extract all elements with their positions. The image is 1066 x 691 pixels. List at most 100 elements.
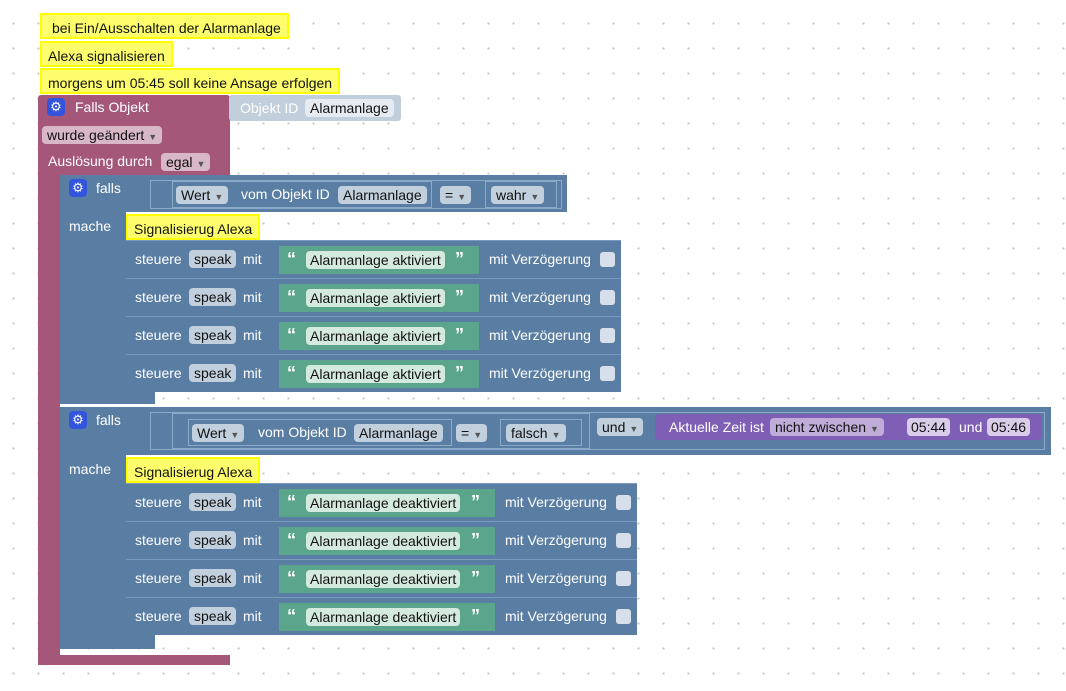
- control-row[interactable]: steuere speak mit “ Alarmanlage aktiviert ” mi…: [126, 316, 621, 354]
- trigger-block-bottom: [38, 655, 230, 665]
- device-field[interactable]: speak: [189, 250, 237, 268]
- open-quote-icon: “: [287, 530, 296, 550]
- control-row[interactable]: steuere speak mit “ Alarmanlage aktiviert ” mi…: [126, 354, 621, 392]
- time-compare-dropdown[interactable]: nicht zwischen ▼: [770, 418, 884, 436]
- control-row[interactable]: steuere speak mit “ Alarmanlage aktiviert ” mi…: [126, 278, 621, 316]
- delay-checkbox[interactable]: [616, 609, 631, 624]
- open-quote-icon: “: [287, 568, 296, 588]
- with-label: mit: [243, 532, 262, 548]
- open-quote-icon: “: [287, 606, 296, 626]
- string-block[interactable]: “ Alarmanlage aktiviert ”: [279, 360, 479, 388]
- trigger-label: Falls Objekt: [75, 99, 149, 115]
- string-value[interactable]: Alarmanlage aktiviert: [306, 327, 445, 345]
- string-value[interactable]: Alarmanlage deaktiviert: [306, 608, 461, 626]
- string-block[interactable]: “ Alarmanlage deaktiviert ”: [279, 527, 495, 555]
- close-quote-icon: ”: [455, 325, 464, 345]
- close-quote-icon: ”: [471, 530, 480, 550]
- with-label: mit: [243, 365, 262, 381]
- boolean-dropdown[interactable]: wahr ▼: [491, 186, 545, 204]
- close-quote-icon: ”: [471, 492, 480, 512]
- delay-checkbox[interactable]: [616, 533, 631, 548]
- gear-icon[interactable]: ⚙: [69, 179, 87, 197]
- do-label: mache: [69, 218, 112, 234]
- delay-label: mit Verzögerung: [489, 289, 591, 305]
- delay-checkbox[interactable]: [600, 366, 615, 381]
- string-block[interactable]: “ Alarmanlage deaktiviert ”: [279, 489, 495, 517]
- delay-checkbox[interactable]: [616, 495, 631, 510]
- delay-label: mit Verzögerung: [489, 365, 591, 381]
- comment-block-signal[interactable]: Signalisierug Alexa: [126, 214, 261, 240]
- device-field[interactable]: speak: [189, 531, 237, 549]
- time-from-field[interactable]: 05:44: [907, 418, 951, 436]
- close-quote-icon: ”: [471, 606, 480, 626]
- control-row[interactable]: steuere speak mit “ Alarmanlage deaktiviert ”…: [126, 597, 637, 635]
- delay-label: mit Verzögerung: [505, 532, 607, 548]
- close-quote-icon: ”: [455, 363, 464, 383]
- device-field[interactable]: speak: [189, 569, 237, 587]
- string-value[interactable]: Alarmanlage aktiviert: [306, 251, 445, 269]
- open-quote-icon: “: [287, 492, 296, 512]
- comment-block-3[interactable]: morgens um 05:45 soll keine Ansage erfol…: [40, 68, 341, 94]
- if-label: falls: [96, 180, 121, 196]
- control-row[interactable]: steuere speak mit “ Alarmanlage deaktiviert ”…: [126, 521, 637, 559]
- comment-block-signal[interactable]: Signalisierug Alexa: [126, 457, 261, 483]
- close-quote-icon: ”: [455, 287, 464, 307]
- delay-checkbox[interactable]: [600, 252, 615, 267]
- device-field[interactable]: speak: [189, 326, 237, 344]
- change-dropdown[interactable]: wurde geändert ▼: [42, 126, 163, 144]
- gear-icon[interactable]: ⚙: [69, 411, 87, 429]
- device-field[interactable]: speak: [189, 364, 237, 382]
- string-value[interactable]: Alarmanlage aktiviert: [306, 365, 445, 383]
- boolean-dropdown[interactable]: falsch ▼: [506, 424, 566, 442]
- device-field[interactable]: speak: [189, 493, 237, 511]
- gear-icon[interactable]: ⚙: [47, 98, 65, 116]
- logic-dropdown[interactable]: und ▼: [597, 418, 644, 436]
- device-field[interactable]: speak: [189, 288, 237, 306]
- string-block[interactable]: “ Alarmanlage aktiviert ”: [279, 246, 479, 274]
- operator-dropdown[interactable]: = ▼: [456, 424, 488, 442]
- control-row[interactable]: steuere speak mit “ Alarmanlage aktiviert ” mi…: [126, 240, 621, 278]
- string-block[interactable]: “ Alarmanlage aktiviert ”: [279, 322, 479, 350]
- object-value[interactable]: Alarmanlage: [338, 186, 427, 204]
- string-value[interactable]: Alarmanlage aktiviert: [306, 289, 445, 307]
- trigger-by-label: Auslösung durch: [48, 153, 153, 169]
- control-label: steuere: [135, 608, 182, 624]
- delay-checkbox[interactable]: [600, 328, 615, 343]
- object-id-value[interactable]: Alarmanlage: [305, 99, 394, 117]
- control-label: steuere: [135, 365, 182, 381]
- if-label: falls: [96, 412, 121, 428]
- time-label: Aktuelle Zeit ist: [669, 419, 764, 435]
- control-label: steuere: [135, 251, 182, 267]
- delay-label: mit Verzögerung: [489, 327, 591, 343]
- control-label: steuere: [135, 494, 182, 510]
- time-and-label: und: [959, 419, 983, 435]
- object-value[interactable]: Alarmanlage: [354, 424, 443, 442]
- comment-block-2[interactable]: Alexa signalisieren: [40, 41, 173, 67]
- control-row[interactable]: steuere speak mit “ Alarmanlage deaktiviert ”…: [126, 483, 637, 521]
- string-block[interactable]: “ Alarmanlage aktiviert ”: [279, 284, 479, 312]
- time-to-field[interactable]: 05:46: [987, 418, 1031, 436]
- string-value[interactable]: Alarmanlage deaktiviert: [306, 570, 461, 588]
- string-block[interactable]: “ Alarmanlage deaktiviert ”: [279, 565, 495, 593]
- control-row[interactable]: steuere speak mit “ Alarmanlage deaktiviert ”…: [126, 559, 637, 597]
- control-label: steuere: [135, 532, 182, 548]
- comment-block-1[interactable]: bei Ein/Ausschalten der Alarmanlage: [40, 13, 289, 39]
- string-block[interactable]: “ Alarmanlage deaktiviert ”: [279, 603, 495, 631]
- value-dropdown[interactable]: Wert ▼: [192, 424, 245, 442]
- delay-checkbox[interactable]: [600, 290, 615, 305]
- with-label: mit: [243, 251, 262, 267]
- delay-checkbox[interactable]: [616, 571, 631, 586]
- value-dropdown[interactable]: Wert ▼: [176, 186, 229, 204]
- with-label: mit: [243, 289, 262, 305]
- open-quote-icon: “: [287, 325, 296, 345]
- string-value[interactable]: Alarmanlage deaktiviert: [306, 532, 461, 550]
- string-value[interactable]: Alarmanlage deaktiviert: [306, 494, 461, 512]
- if-block-1-spine: [60, 212, 126, 395]
- operator-dropdown[interactable]: = ▼: [440, 186, 472, 204]
- if-block-2-bottom: [60, 635, 155, 649]
- control-label: steuere: [135, 289, 182, 305]
- device-field[interactable]: speak: [189, 607, 237, 625]
- trigger-by-dropdown[interactable]: egal ▼: [161, 153, 211, 171]
- if-block-2-spine: [60, 455, 126, 645]
- open-quote-icon: “: [287, 363, 296, 383]
